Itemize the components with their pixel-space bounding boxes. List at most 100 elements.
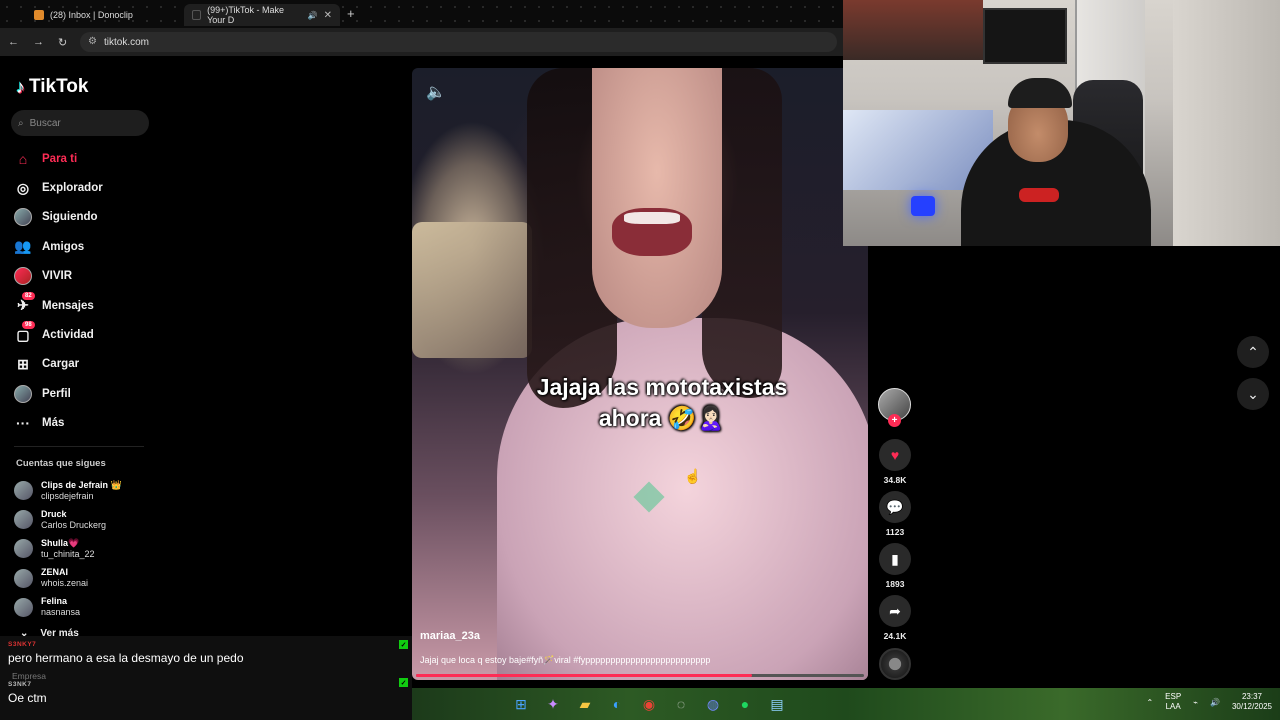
tiktok-logo[interactable]: ♪ TikTok [16,76,88,98]
obs-icon[interactable]: ◌ [670,693,692,715]
video-frame-window [412,222,532,358]
webcam-cap [1008,78,1072,108]
nav-item-siguiendo[interactable]: Siguiendo [14,203,164,232]
search-input[interactable]: ⌕ Buscar [11,110,149,136]
upload-icon: ⊞ [17,355,29,372]
account-item[interactable]: Felina nasnansa [14,593,194,622]
nav-label: VIVIR [42,270,73,283]
hand-cursor-icon: ☝ [684,468,702,484]
following-title: Cuentas que sigues [16,458,106,469]
comment-count: 1123 [885,527,905,537]
video-progress-bar[interactable] [416,674,864,677]
nav-label: Más [42,417,65,430]
account-item[interactable]: Clips de Jefrain 👑 clipsdejefrain [14,476,194,505]
activity-icon: ▢ 98 [14,321,35,344]
webcam-shelf [843,0,983,60]
reload-icon[interactable]: ↻ [58,36,67,49]
share-button[interactable]: ➦ 24.1K [879,595,911,641]
tray-expand-icon[interactable]: ⌃ [1146,698,1153,707]
share-icon: ➦ [879,595,911,627]
following-avatar [14,208,32,227]
nav-label: Perfil [42,387,71,400]
nav-item-actividad[interactable]: ▢ 98 Actividad [14,320,164,349]
nav-item-vivir[interactable]: VIVIR [14,262,164,291]
next-video-button[interactable]: ⌄ [1237,378,1269,410]
account-name: Clips de Jefrain 👑 [41,479,122,490]
video-description: Jajaj que loca q estoy baje#fyñ🪄viral #f… [420,655,711,665]
webcam-shelf [1173,0,1280,246]
nav-item-para-ti[interactable]: ⌂ Para ti [14,144,164,173]
check-icon: ✓ [399,640,408,649]
close-tab-icon[interactable]: ✕ [324,10,332,21]
discord-icon[interactable]: ◍ [702,693,724,715]
video-caption: Jajaja las mototaxistas ahora 🤣🙎🏻‍♀️ [412,372,868,434]
account-item[interactable]: Shulla💗 tu_chinita_22 [14,534,194,563]
music-disc-icon[interactable] [879,648,911,680]
address-bar[interactable]: ⚙ tiktok.com [80,32,837,52]
nav-label: Actividad [42,329,94,342]
speaker-icon[interactable]: 🔊 [308,11,318,20]
comment-button[interactable]: 💬 1123 [879,491,911,537]
previous-video-button[interactable]: ⌃ [1237,336,1269,368]
search-icon: ⌕ [18,117,24,129]
chat-username: S3NK7 [8,681,32,688]
chat-text: pero hermano a esa la desmayo de un pedo [8,651,244,665]
account-item[interactable]: Druck Carlos Druckerg [14,505,194,534]
chevron-up-icon: ⌃ [1247,343,1259,360]
divider [14,446,144,447]
video-username[interactable]: mariaa_23a [420,630,480,642]
account-handle: Carlos Druckerg [41,519,107,530]
language-indicator[interactable]: ESP LAA [1165,692,1181,712]
tab-tiktok[interactable]: (99+)TikTok - Make Your D 🔊 ✕ [184,4,340,26]
edge-icon[interactable]: ◐ [606,693,628,715]
folder-icon[interactable]: ▰ [574,693,596,715]
chat-message: S3NK7 Oe ctm [8,681,408,705]
spotify-icon[interactable]: ● [734,693,756,715]
save-button[interactable]: ▮ 1893 [879,543,911,589]
browser-tabbar: (28) Inbox | Donoclip ✕ (99+)TikTok - Ma… [0,0,843,28]
account-item[interactable]: ZENAI whois.zenai [14,564,194,593]
heart-icon: ♥ [879,439,911,471]
nav-item-explorador[interactable]: ◎ Explorador [14,173,164,202]
start-icon[interactable]: ⊞ [510,693,532,715]
stream-chat-overlay: S3NKY7 pero hermano a esa la desmayo de … [0,636,412,720]
bookmark-icon: ▮ [879,543,911,575]
nav-item-perfil[interactable]: Perfil [14,379,164,408]
account-handle: tu_chinita_22 [41,548,95,559]
check-icon: ✓ [399,678,408,687]
tiktok-note-icon: ♪ [16,76,25,97]
profile-avatar [14,384,32,403]
nav-item-amigos[interactable]: 👥 Amigos [14,232,164,261]
new-tab-icon[interactable]: + [347,6,355,21]
notepad-icon[interactable]: ▤ [766,693,788,715]
follow-plus-icon[interactable]: + [888,414,901,427]
nav-label: Mensajes [42,299,94,312]
nav-item-cargar[interactable]: ⊞ Cargar [14,350,164,379]
chat-message: S3NKY7 pero hermano a esa la desmayo de … [8,641,408,665]
system-tray: ⌃ ESP LAA ⌁ 🔊 23:37 30/12/2025 [1146,692,1272,712]
clock[interactable]: 23:37 30/12/2025 [1232,692,1272,712]
tab-inbox[interactable]: (28) Inbox | Donoclip ✕ [26,4,203,26]
account-name: ZENAI [41,567,68,578]
nav-label: Amigos [42,240,85,253]
windows-taskbar: ⊞ ✦ ▰ ◐ ◉ ◌ ◍ ● ▤ ⌃ ESP LAA ⌁ 🔊 23:37 30… [412,688,1280,720]
nav-item-mensajes[interactable]: ✈ 82 Mensajes [14,291,164,320]
site-info-icon[interactable]: ⚙ [88,36,97,47]
compass-icon: ◎ [16,179,30,196]
following-list: Clips de Jefrain 👑 clipsdejefrain Druck Ca… [14,476,194,622]
nav-item-mas[interactable]: ··· Más [14,409,164,438]
chrome-icon[interactable]: ◉ [638,693,660,715]
like-button[interactable]: ♥ 34.8K [879,439,911,485]
back-icon[interactable]: ← [8,36,19,48]
forward-icon[interactable]: → [33,36,44,48]
copilot-icon[interactable]: ✦ [542,693,564,715]
volume-icon[interactable]: 🔈 [426,82,446,102]
progress-fill [416,674,752,677]
screen: (28) Inbox | Donoclip ✕ (99+)TikTok - Ma… [0,0,1280,720]
network-icon[interactable]: ⌁ [1193,698,1198,707]
share-count: 24.1K [883,631,907,641]
chat-sub-label: Empresa [12,671,47,681]
comment-icon: 💬 [879,491,911,523]
video-player[interactable]: 🔈 Jajaja las mototaxistas ahora 🤣🙎🏻‍♀️ m… [412,68,868,680]
volume-icon[interactable]: 🔊 [1210,698,1220,707]
